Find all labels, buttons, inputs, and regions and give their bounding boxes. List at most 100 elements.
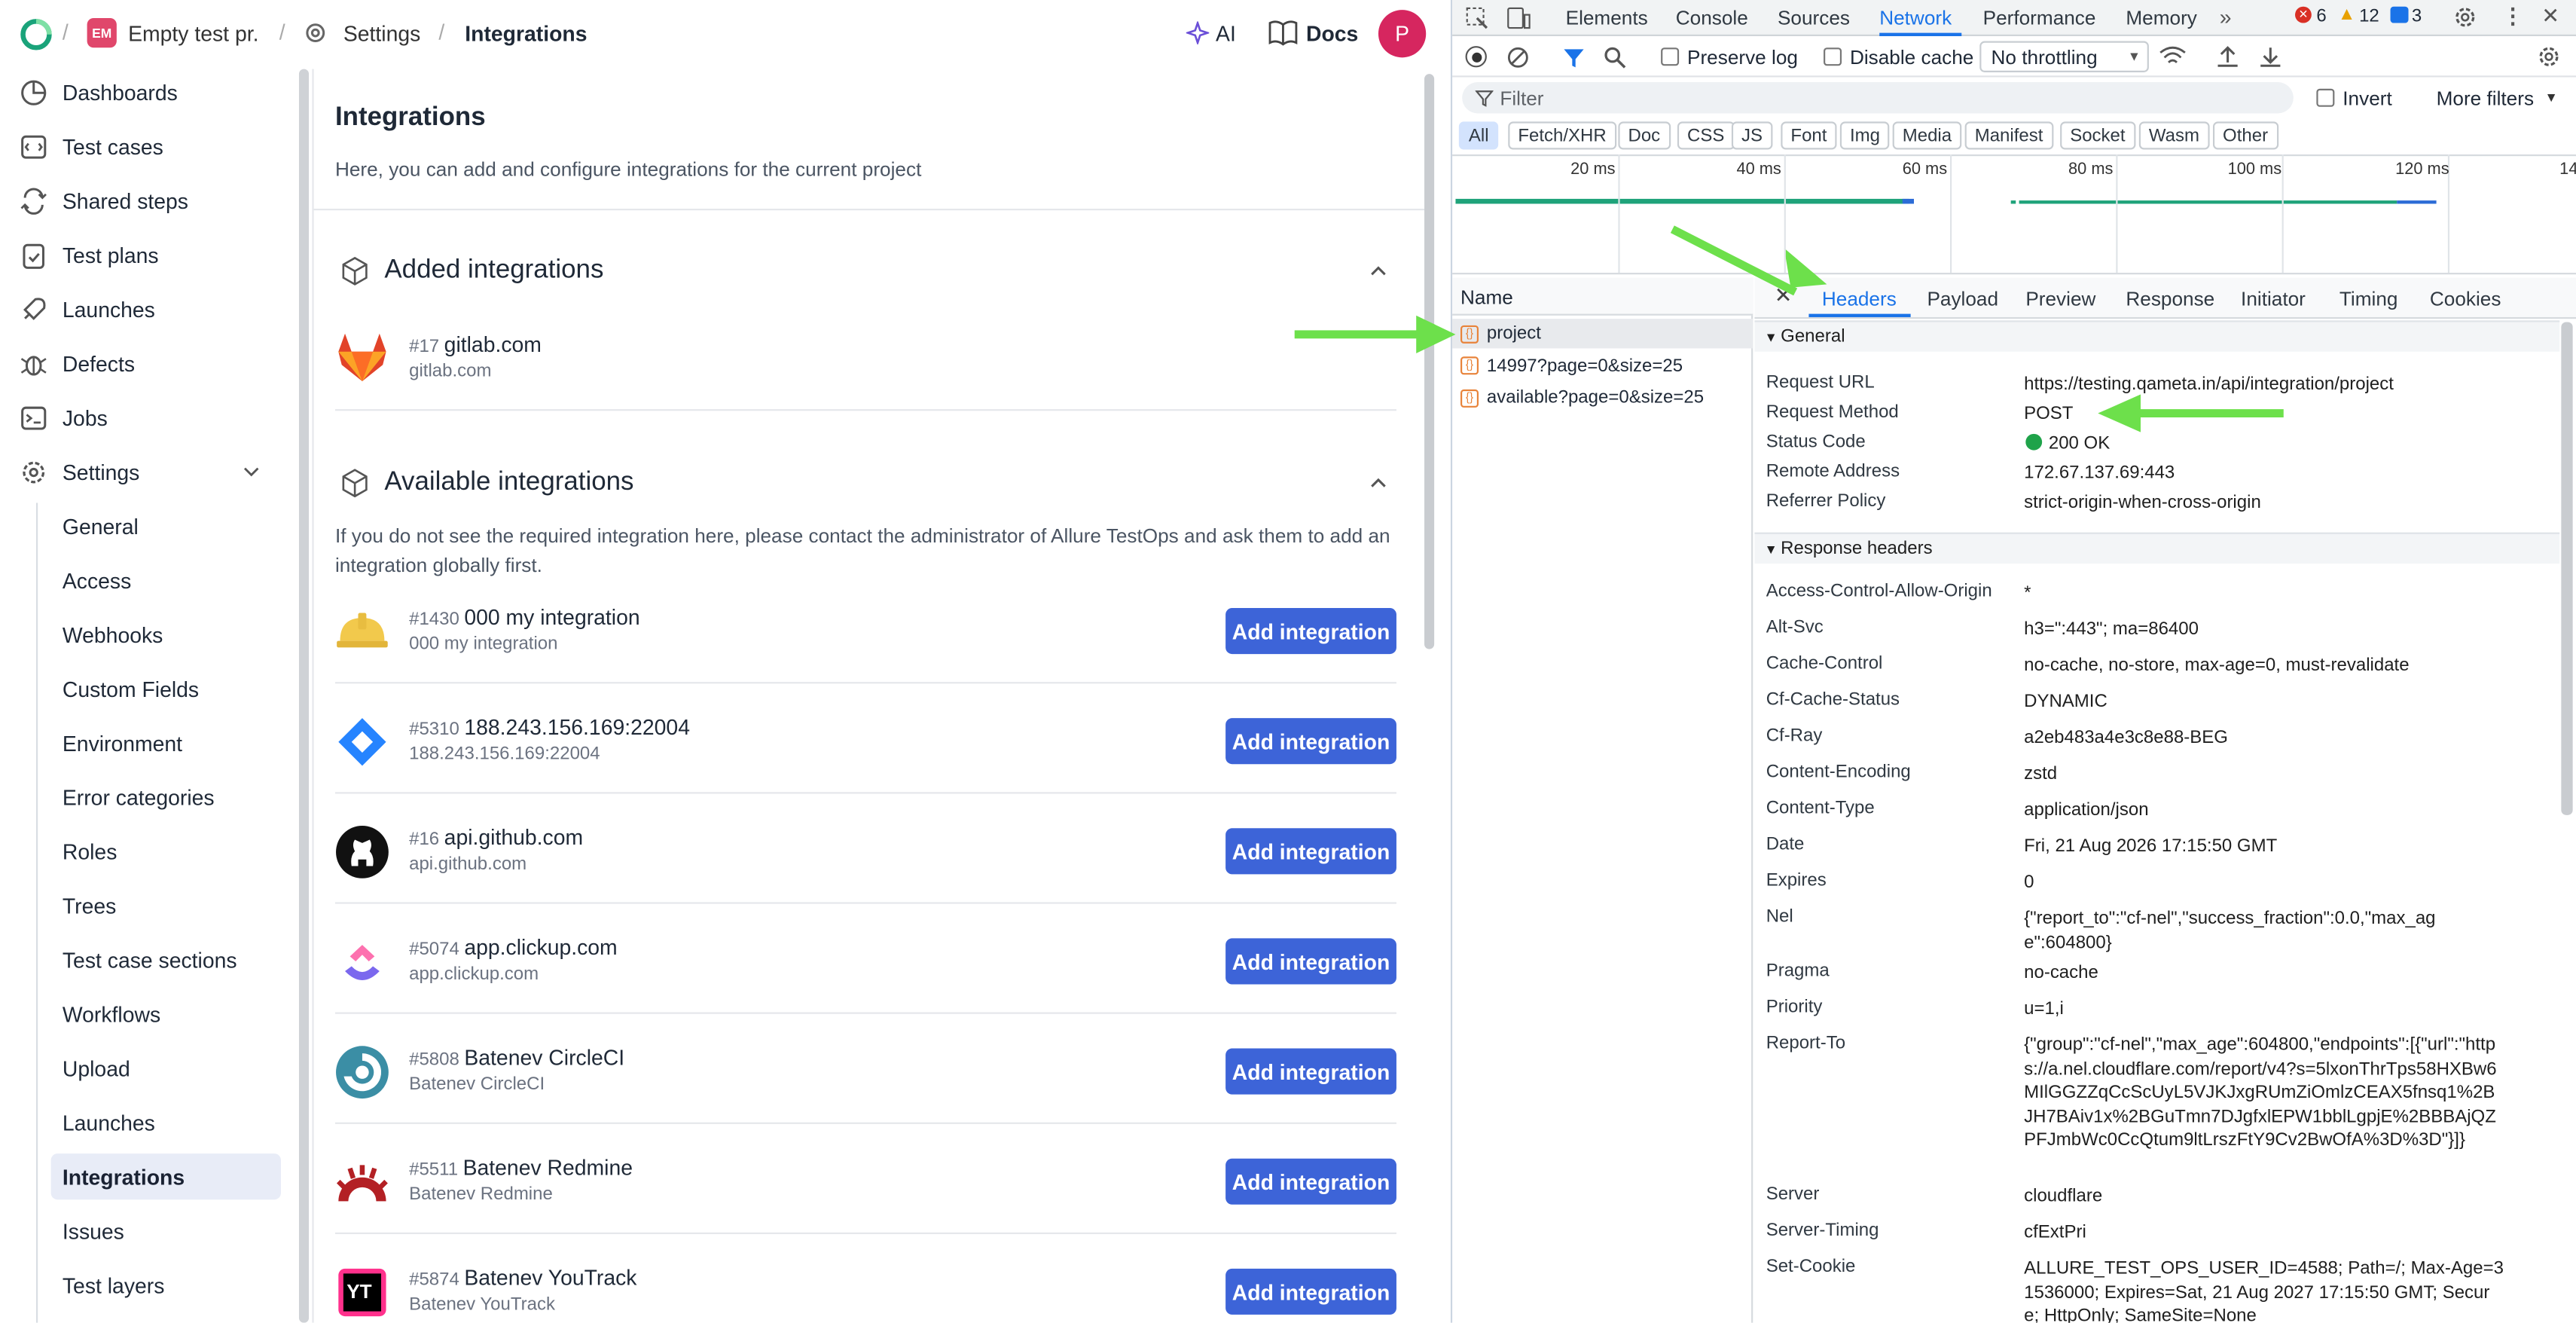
type-filter-doc[interactable]: Doc <box>1618 121 1671 150</box>
warning-count[interactable]: 12 <box>2359 7 2379 26</box>
settings-sub-issues[interactable]: Issues <box>51 1208 281 1254</box>
devtools-tab-sources[interactable]: Sources <box>1778 0 1850 36</box>
ai-button[interactable]: AI <box>1216 21 1236 46</box>
integration-name[interactable]: 000 my integration <box>464 605 639 630</box>
network-conditions-icon[interactable] <box>2159 44 2187 68</box>
add-integration-button[interactable]: Add integration <box>1225 1048 1396 1095</box>
response-header-value[interactable]: {"group":"cf-nel","max_age":604800,"endp… <box>2024 1034 2504 1153</box>
message-count[interactable]: 3 <box>2412 7 2422 26</box>
filter-input[interactable] <box>1462 82 2294 114</box>
general-header-value[interactable]: strict-origin-when-cross-origin <box>2024 491 2516 515</box>
type-filter-wasm[interactable]: Wasm <box>2138 121 2210 150</box>
response-header-value[interactable]: ALLURE_TEST_OPS_USER_ID=4588; Path=/; Ma… <box>2024 1257 2504 1323</box>
type-filter-all[interactable]: All <box>1458 121 1499 150</box>
add-integration-button[interactable]: Add integration <box>1225 1158 1396 1205</box>
add-integration-button[interactable]: Add integration <box>1225 718 1396 765</box>
inspect-element-icon[interactable] <box>1466 7 1489 30</box>
add-integration-button[interactable]: Add integration <box>1225 938 1396 985</box>
sidebar-item-jobs[interactable]: Jobs <box>20 394 282 440</box>
network-settings-icon[interactable] <box>2537 44 2562 69</box>
response-header-value[interactable]: h3=":443"; ma=86400 <box>2024 618 2516 642</box>
settings-sub-workflows[interactable]: Workflows <box>51 991 281 1037</box>
clear-icon[interactable] <box>1506 46 1530 69</box>
integration-name[interactable]: api.github.com <box>444 825 583 850</box>
response-header-value[interactable]: u=1,i <box>2024 998 2516 1022</box>
record-icon[interactable] <box>1465 46 1487 68</box>
integration-name[interactable]: app.clickup.com <box>464 935 617 960</box>
detail-scrollbar[interactable] <box>2561 322 2573 815</box>
response-header-value[interactable]: no-cache <box>2024 961 2516 985</box>
sidebar-item-dashboards[interactable]: Dashboards <box>20 69 282 115</box>
devtools-tab-console[interactable]: Console <box>1676 0 1748 36</box>
sidebar-item-test-plans[interactable]: Test plans <box>20 232 282 278</box>
detail-tab-timing[interactable]: Timing <box>2339 288 2398 311</box>
request-row[interactable]: {} available?page=0&size=25 <box>1460 383 1750 412</box>
type-filter-socket[interactable]: Socket <box>2060 121 2135 150</box>
sidebar-item-launches[interactable]: Launches <box>20 286 282 332</box>
response-header-value[interactable]: DYNAMIC <box>2024 690 2516 714</box>
more-tabs-icon[interactable]: » <box>2220 5 2232 30</box>
chevron-up-icon[interactable] <box>1369 261 1388 281</box>
filter-icon[interactable] <box>1562 46 1586 69</box>
settings-sub-integrations[interactable]: Integrations <box>50 1153 281 1200</box>
response-header-value[interactable]: {"report_to":"cf-nel","success_fraction"… <box>2024 907 2451 955</box>
preserve-log-checkbox[interactable] <box>1661 47 1680 66</box>
integration-name[interactable]: 188.243.156.169:22004 <box>464 715 690 740</box>
general-header-value[interactable]: 200 OK <box>2049 432 2541 457</box>
chevron-down-icon[interactable] <box>243 465 260 478</box>
type-filter-fetchxhr[interactable]: Fetch/XHR <box>1508 121 1616 150</box>
type-filter-js[interactable]: JS <box>1731 121 1773 150</box>
integration-name[interactable]: Batenev YouTrack <box>464 1265 636 1290</box>
detail-tab-preview[interactable]: Preview <box>2025 288 2095 311</box>
response-header-value[interactable]: * <box>2024 582 2516 606</box>
breadcrumb-project[interactable]: Empty test pr. <box>128 21 258 46</box>
general-header-value[interactable]: 172.67.137.69:443 <box>2024 462 2516 486</box>
devtools-tab-memory[interactable]: Memory <box>2126 0 2197 36</box>
add-integration-button[interactable]: Add integration <box>1225 1268 1396 1315</box>
sidebar-item-shared-steps[interactable]: Shared steps <box>20 178 282 224</box>
disable-cache-checkbox[interactable] <box>1824 47 1842 66</box>
add-integration-button[interactable]: Add integration <box>1225 608 1396 655</box>
settings-sub-roles[interactable]: Roles <box>51 828 281 874</box>
type-filter-font[interactable]: Font <box>1781 121 1837 150</box>
type-filter-css[interactable]: CSS <box>1677 121 1735 150</box>
sidebar-item-defects[interactable]: Defects <box>20 340 282 386</box>
integration-name[interactable]: Batenev CircleCI <box>464 1045 624 1070</box>
type-filter-media[interactable]: Media <box>1892 121 1962 150</box>
type-filter-img[interactable]: Img <box>1839 121 1891 150</box>
search-icon[interactable] <box>1604 46 1627 69</box>
chevron-up-icon[interactable] <box>1369 473 1388 493</box>
devtools-tab-network[interactable]: Network <box>1879 0 1952 36</box>
response-header-value[interactable]: 0 <box>2024 871 2516 895</box>
settings-sub-environment[interactable]: Environment <box>51 720 281 765</box>
integration-name[interactable]: gitlab.com <box>444 332 542 357</box>
detail-tab-response[interactable]: Response <box>2126 288 2214 311</box>
breadcrumb-settings[interactable]: Settings <box>343 21 420 46</box>
request-row[interactable]: {} project <box>1460 319 1750 348</box>
detail-tab-initiator[interactable]: Initiator <box>2241 288 2306 311</box>
response-header-value[interactable]: application/json <box>2024 799 2516 823</box>
general-header-value[interactable]: https://testing.qameta.in/api/integratio… <box>2024 373 2516 397</box>
import-har-icon[interactable] <box>2216 44 2239 68</box>
type-filter-manifest[interactable]: Manifest <box>1964 121 2053 150</box>
settings-gear-icon[interactable] <box>2452 5 2477 30</box>
sidebar-item-settings[interactable]: Settings <box>20 448 282 494</box>
close-devtools-icon[interactable]: ✕ <box>2541 3 2559 29</box>
request-row[interactable]: {} 14997?page=0&size=25 <box>1460 351 1750 380</box>
general-section-header[interactable]: ▼ General <box>1754 320 2560 352</box>
integration-name[interactable]: Batenev Redmine <box>463 1155 633 1180</box>
general-header-value[interactable]: POST <box>2024 402 2516 426</box>
settings-sub-custom-fields[interactable]: Custom Fields <box>51 665 281 711</box>
devtools-tab-elements[interactable]: Elements <box>1566 0 1648 36</box>
response-headers-section-header[interactable]: ▼ Response headers <box>1754 532 2560 564</box>
type-filter-other[interactable]: Other <box>2212 121 2278 150</box>
kebab-menu-icon[interactable]: ⋮ <box>2502 3 2523 29</box>
settings-sub-test-layers[interactable]: Test layers <box>51 1262 281 1308</box>
response-header-value[interactable]: cfExtPri <box>2024 1221 2516 1245</box>
sidebar-scrollbar[interactable] <box>298 69 310 1323</box>
detail-tab-headers[interactable]: Headers <box>1822 288 1897 311</box>
export-har-icon[interactable] <box>2259 44 2282 68</box>
docs-button[interactable]: Docs <box>1306 21 1358 46</box>
add-integration-button[interactable]: Add integration <box>1225 828 1396 875</box>
name-column-header[interactable]: Name <box>1460 286 1513 310</box>
